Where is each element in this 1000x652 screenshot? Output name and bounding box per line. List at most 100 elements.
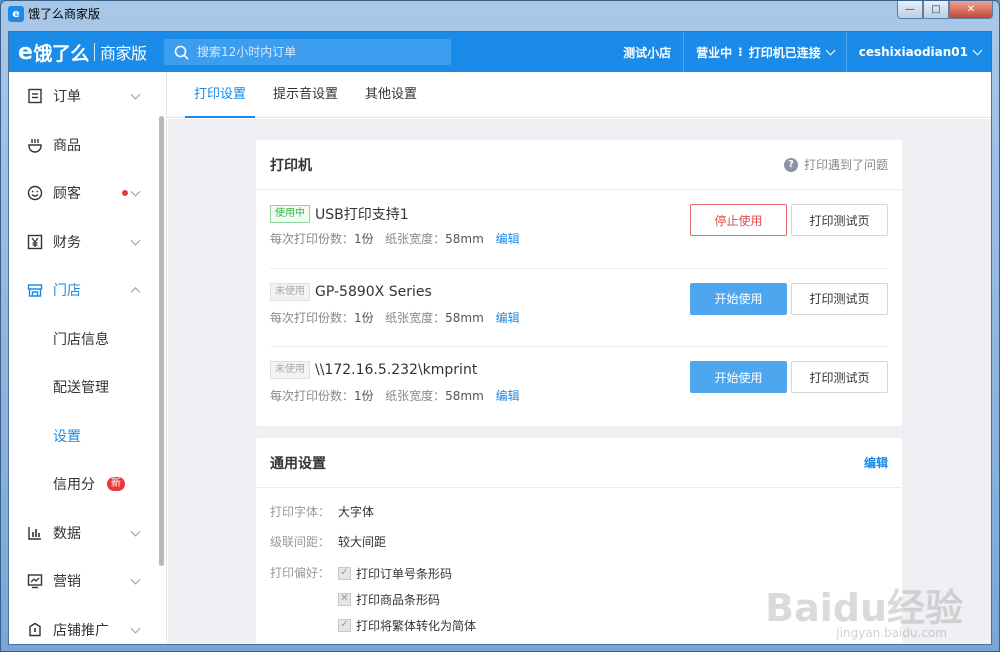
printer-card-title: 打印机 (270, 157, 312, 174)
maximize-button[interactable]: □ (923, 1, 949, 19)
spacing-row: 级联间距： 较大间距 (270, 526, 888, 556)
tab-other-settings[interactable]: 其他设置 (356, 72, 426, 118)
print-test-page-button[interactable]: 打印测试页 (791, 204, 888, 236)
chevron-down-icon (130, 89, 141, 100)
pref-simplified-chinese[interactable]: ✓ 打印将繁体转化为简体 (338, 612, 476, 638)
title-bar[interactable]: e 饿了么商家版 — □ ✕ (1, 1, 999, 27)
tab-sound-settings[interactable]: 提示音设置 (264, 72, 347, 118)
spacing-label: 级联间距： (270, 534, 331, 549)
chevron-down-icon (130, 186, 141, 197)
chevron-up-icon (130, 287, 141, 298)
print-test-page-button[interactable]: 打印测试页 (791, 361, 888, 393)
sidebar-item-store-info[interactable]: 门店信息 (9, 315, 159, 364)
header-right: 测试小店 营业中 ⁝ 打印机已连接 ceshixiaodian01 (611, 32, 991, 72)
store-name-label: 测试小店 (623, 45, 672, 60)
sidebar-item-label: 顾客 (53, 186, 81, 203)
trend-icon (26, 572, 44, 590)
store-icon (26, 281, 44, 299)
close-button[interactable]: ✕ (949, 1, 993, 19)
width-value: 58mm (445, 310, 484, 325)
printer-meta: 每次打印份数：1份 纸张宽度：58mm 编辑 (270, 387, 520, 404)
sidebar-item-delivery[interactable]: 配送管理 (9, 363, 159, 412)
printer-row: 未使用 GP-5890X Series 每次打印份数：1份 纸张宽度：58mm … (270, 269, 888, 347)
sidebar-item-customers[interactable]: 顾客 (9, 169, 159, 218)
sidebar-item-label: 门店信息 (53, 331, 109, 348)
chevron-down-icon (130, 623, 141, 634)
sidebar-item-settings[interactable]: 设置 (9, 412, 159, 461)
start-using-button[interactable]: 开始使用 (690, 282, 787, 315)
goods-icon (26, 136, 44, 154)
search-input[interactable] (197, 45, 437, 59)
stop-using-button[interactable]: 停止使用 (690, 204, 787, 236)
printer-card-header: 打印机 ? 打印遇到了问题 (256, 140, 902, 190)
sidebar-item-credit[interactable]: 信用分 新 (9, 460, 159, 509)
sidebar-item-label: 数据 (53, 525, 81, 542)
top-header: e 饿了么 商家版 测试小店 营业中 ⁝ 打印机已连接 ceshixiaodia… (9, 32, 991, 72)
question-icon: ? (783, 157, 798, 172)
window-title: 饿了么商家版 (28, 7, 101, 21)
status-badge: 未使用 (270, 282, 310, 301)
print-test-page-button[interactable]: 打印测试页 (791, 282, 888, 315)
pref-goods-barcode[interactable]: ✕ 打印商品条形码 (338, 586, 476, 612)
printer-help-link[interactable]: ? 打印遇到了问题 (783, 156, 888, 173)
status-menu[interactable]: 营业中 ⁝ 打印机已连接 (683, 32, 846, 72)
window-controls: — □ ✕ (897, 1, 993, 19)
watermark-logo: Baidu经验 (765, 586, 963, 630)
minimize-button[interactable]: — (897, 1, 923, 19)
sidebar-item-store[interactable]: 门店 (9, 266, 159, 315)
copies-label: 每次打印份数： (270, 389, 355, 403)
start-using-button[interactable]: 开始使用 (690, 361, 787, 393)
sidebar-item-finance[interactable]: 财务 (9, 218, 159, 267)
checkbox-checked-icon: ✓ (338, 618, 351, 632)
user-menu[interactable]: ceshixiaodian01 (845, 32, 991, 72)
copies-value: 1份 (354, 310, 374, 325)
sidebar-item-goods[interactable]: 商品 (9, 121, 159, 170)
sidebar-scrollbar[interactable] (159, 116, 164, 566)
printer-meta: 每次打印份数：1份 纸张宽度：58mm 编辑 (270, 309, 520, 326)
spacing-value: 较大间距 (338, 534, 387, 549)
pref-order-barcode[interactable]: ✓ 打印订单号条形码 (338, 560, 476, 586)
notification-dot (122, 190, 128, 197)
printer-name-line: 未使用 GP-5890X Series (270, 282, 432, 301)
width-label: 纸张宽度： (385, 232, 446, 246)
sidebar-item-data[interactable]: 数据 (9, 509, 159, 558)
general-card-title: 通用设置 (270, 455, 326, 472)
chevron-down-icon (972, 45, 983, 55)
pref-label: 打印商品条形码 (356, 592, 441, 607)
yen-icon (26, 233, 44, 251)
prefs-list: ✓ 打印订单号条形码 ✕ 打印商品条形码 ✓ 打印将繁体转化为简体 (338, 560, 476, 638)
logo-divider (93, 43, 95, 61)
sidebar-item-promotion[interactable]: 店铺推广 (9, 606, 159, 645)
sidebar-item-orders[interactable]: 订单 (9, 72, 159, 121)
printer-name: GP-5890X Series (315, 283, 432, 300)
main-content: 打印机 ? 打印遇到了问题 使用中 USB打印支持1 每次打印份数：1份 纸张宽… (168, 119, 991, 644)
general-edit-link[interactable]: 编辑 (864, 454, 888, 471)
copies-label: 每次打印份数： (270, 232, 355, 246)
new-badge: 新 (107, 477, 125, 492)
printer-name: \\172.16.5.232\kmprint (315, 362, 478, 378)
tab-print-settings[interactable]: 打印设置 (185, 72, 256, 118)
logo-main: 饿了么 (33, 42, 89, 65)
sidebar-item-label: 信用分 (53, 477, 95, 494)
pref-label: 打印将繁体转化为简体 (356, 618, 477, 633)
chevron-down-icon (130, 526, 141, 537)
store-name[interactable]: 测试小店 (611, 32, 683, 72)
printer-edit-link[interactable]: 编辑 (496, 311, 520, 325)
printer-edit-link[interactable]: 编辑 (496, 232, 520, 246)
order-search[interactable] (164, 39, 451, 65)
prefs-label: 打印偏好： (270, 566, 331, 580)
width-label: 纸张宽度： (385, 389, 446, 403)
printer-meta: 每次打印份数：1份 纸张宽度：58mm 编辑 (270, 230, 520, 247)
sidebar-item-label: 财务 (53, 234, 81, 251)
width-value: 58mm (445, 389, 484, 403)
general-card-header: 通用设置 编辑 (256, 438, 902, 488)
sidebar: 订单 商品 顾客 财务 门店 门店信息 配送管理 设置 信用分 新 数据 营销 … (9, 72, 167, 645)
chevron-down-icon (130, 574, 141, 585)
sidebar-item-marketing[interactable]: 营销 (9, 557, 159, 606)
printer-actions: 开始使用 打印测试页 (686, 282, 888, 315)
pref-label: 打印订单号条形码 (356, 566, 453, 581)
printer-edit-link[interactable]: 编辑 (496, 389, 520, 403)
username: ceshixiaodian01 (858, 45, 968, 59)
printer-row: 使用中 USB打印支持1 每次打印份数：1份 纸张宽度：58mm 编辑 停止使用… (270, 190, 888, 269)
sidebar-item-label: 配送管理 (53, 380, 109, 397)
